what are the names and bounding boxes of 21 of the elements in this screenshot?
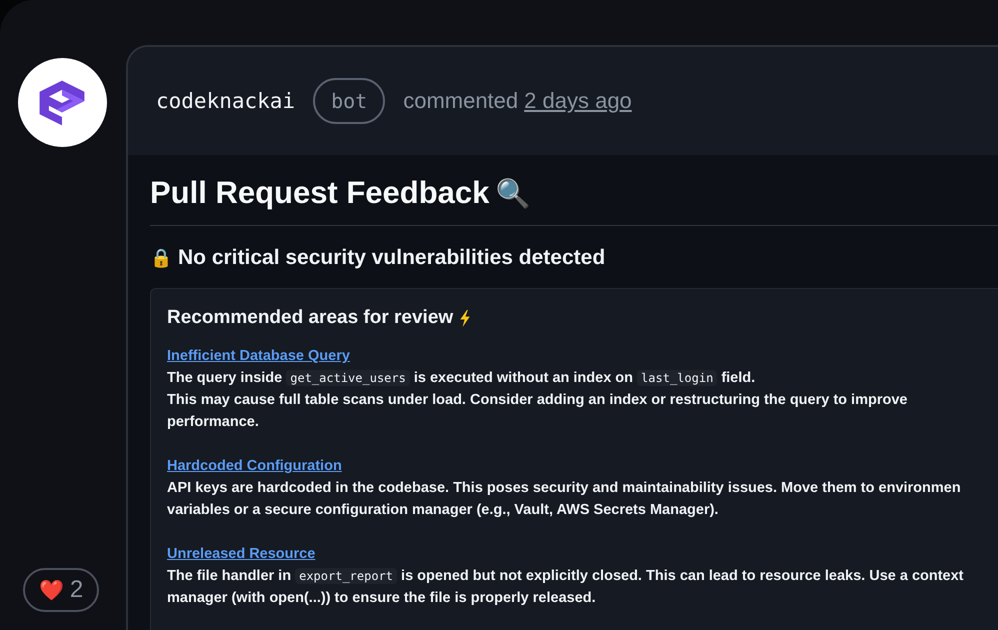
issue-description: This may cause full table scans under load. Consider adding an index or restructuring the query to improve xyxy=(167,391,908,410)
bot-badge: bot xyxy=(313,78,386,124)
issue-description: manager (with open(...)) to ensure the file is properly released. xyxy=(167,589,597,608)
issue-link[interactable]: Hardcoded Configuration xyxy=(167,455,342,477)
lightning-icon xyxy=(459,310,472,326)
issue-description: The query inside get_active_users is executed without an index on last_login field. xyxy=(167,369,756,388)
issue-link[interactable]: Unreleased Resource xyxy=(167,543,316,565)
issue-description: variables or a secure configuration manager (e.g., Vault, AWS Secrets Manager). xyxy=(167,501,720,520)
lock-icon: 🔒 xyxy=(150,247,172,269)
comment-action: commented xyxy=(403,88,518,114)
magnifier-icon: 🔍 xyxy=(495,176,530,210)
issue-link[interactable]: Inefficient Database Query xyxy=(167,345,350,367)
issue-description: performance. xyxy=(167,413,260,432)
comment-title: Pull Request Feedback xyxy=(150,175,490,211)
issue-description: The file handler in export_report is opened but not explicitly closed. This can lead to resource leaks. Use a context xyxy=(167,567,965,586)
review-heading: Recommended areas for review xyxy=(167,307,454,329)
timestamp-link[interactable]: 2 days ago xyxy=(524,88,632,114)
issue-description: API keys are hardcoded in the codebase. This poses security and maintainability issues. Move them to environmen xyxy=(167,479,962,498)
reaction-button[interactable]: ❤ 2 xyxy=(22,568,100,612)
status-heading: No critical security vulnerabilities detected xyxy=(178,246,606,270)
author-name[interactable]: codeknackai xyxy=(156,89,296,113)
